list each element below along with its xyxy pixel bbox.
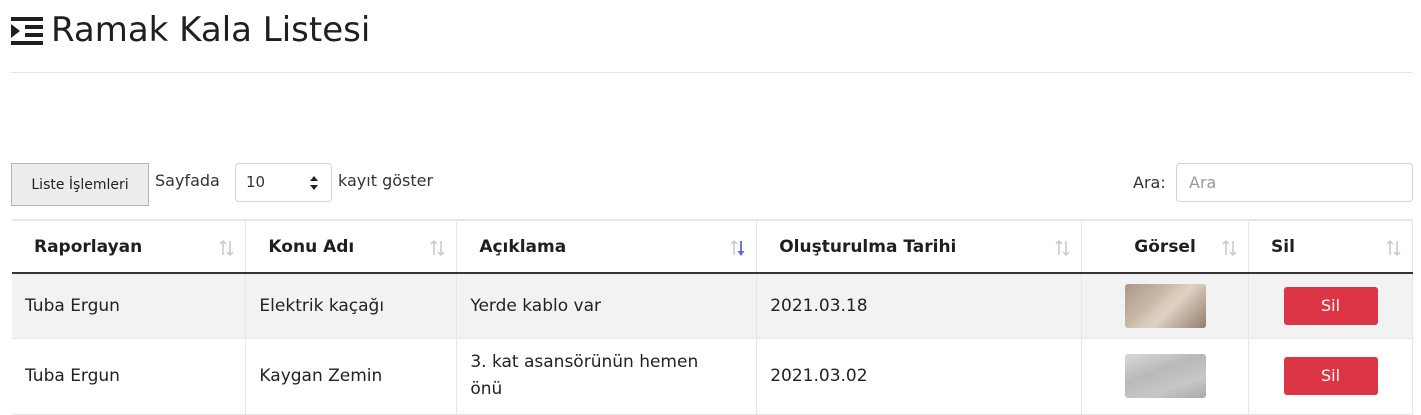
col-label: Açıklama <box>479 236 567 257</box>
cell-gorsel <box>1081 273 1250 339</box>
sort-icon <box>1222 239 1237 257</box>
cell-tarih: 2021.03.18 <box>756 273 1083 339</box>
col-label: Oluşturulma Tarihi <box>779 236 957 257</box>
col-raporlayan[interactable]: Raporlayan <box>12 219 247 274</box>
sort-icon <box>219 239 234 257</box>
table-header-row: Raporlayan Konu Adı Açıklama Oluşturulma… <box>12 219 1413 274</box>
sort-icon <box>1386 239 1401 257</box>
sort-icon <box>430 239 445 257</box>
cell-tarih: 2021.03.02 <box>756 338 1083 415</box>
page-length-value: 10 <box>246 173 266 191</box>
list-operations-button[interactable]: Liste İşlemleri <box>11 163 149 206</box>
cell-gorsel <box>1081 338 1250 415</box>
col-olusturulma-tarihi[interactable]: Oluşturulma Tarihi <box>756 219 1083 274</box>
delete-button[interactable]: Sil <box>1283 286 1378 325</box>
col-label: Raporlayan <box>34 236 143 257</box>
search-input[interactable]: Ara <box>1176 163 1413 202</box>
page-title: Ramak Kala Listesi <box>51 10 371 50</box>
table-row: Tuba Ergun Elektrik kaçağı Yerde kablo v… <box>12 273 1413 339</box>
col-label: Sil <box>1271 236 1295 257</box>
per-page-suffix: kayıt göster <box>338 171 434 190</box>
col-sil[interactable]: Sil <box>1248 219 1413 274</box>
cell-sil: Sil <box>1248 273 1413 339</box>
records-table: Raporlayan Konu Adı Açıklama Oluşturulma… <box>12 219 1413 415</box>
page-length-select[interactable]: 10 <box>235 163 332 202</box>
col-konu-adi[interactable]: Konu Adı <box>245 219 458 274</box>
sort-descending-icon <box>730 239 745 256</box>
cell-konu: Elektrik kaçağı <box>245 273 458 339</box>
select-caret-icon <box>310 176 318 190</box>
cell-aciklama: Yerde kablo var <box>456 273 758 339</box>
page-header: Ramak Kala Listesi <box>10 0 1413 73</box>
col-gorsel[interactable]: Görsel <box>1081 219 1250 274</box>
cell-sil: Sil <box>1248 338 1413 415</box>
table-row: Tuba Ergun Kaygan Zemin 3. kat asansörün… <box>12 338 1413 415</box>
indent-list-icon <box>11 17 43 45</box>
thumbnail-image[interactable] <box>1124 283 1206 328</box>
col-label: Görsel <box>1134 236 1196 257</box>
cell-konu: Kaygan Zemin <box>245 338 458 415</box>
col-label: Konu Adı <box>268 236 355 257</box>
cell-raporlayan: Tuba Ergun <box>12 338 247 415</box>
per-page-prefix: Sayfada <box>155 171 220 190</box>
cell-aciklama: 3. kat asansörünün hemen önü <box>456 338 758 415</box>
cell-raporlayan: Tuba Ergun <box>12 273 247 339</box>
sort-icon <box>1055 239 1070 257</box>
delete-button[interactable]: Sil <box>1283 357 1378 395</box>
col-aciklama[interactable]: Açıklama <box>456 219 758 274</box>
thumbnail-image[interactable] <box>1124 354 1206 398</box>
search-label: Ara: <box>1133 173 1166 192</box>
